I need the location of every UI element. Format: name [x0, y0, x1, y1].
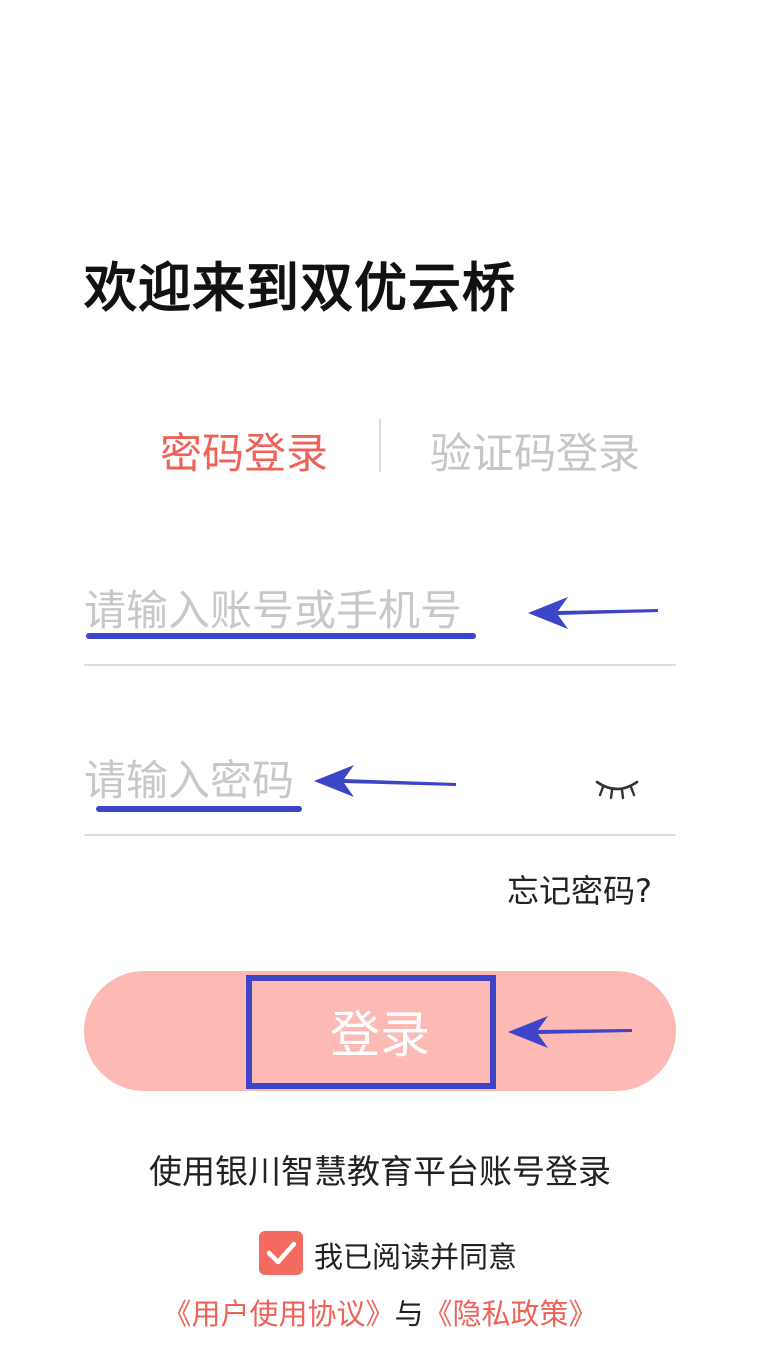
forgot-password-link[interactable]: 忘记密码?	[507, 866, 652, 912]
eye-closed-icon[interactable]	[594, 776, 640, 802]
account-input[interactable]	[84, 578, 504, 642]
agree-label: 我已阅读并同意	[314, 1240, 518, 1274]
tab-divider	[379, 419, 381, 472]
page-title: 欢迎来到双优云桥	[84, 258, 516, 319]
password-input[interactable]	[84, 748, 464, 812]
tab-code-login[interactable]: 验证码登录	[430, 420, 640, 481]
links-conjunction: 与	[394, 1297, 424, 1331]
password-field-underline	[84, 834, 676, 836]
check-icon	[266, 1241, 297, 1265]
tab-password-login[interactable]: 密码登录	[160, 420, 328, 481]
agree-checkbox[interactable]	[259, 1231, 303, 1275]
account-field-underline	[84, 664, 676, 666]
user-agreement-link[interactable]: 《用户使用协议》	[162, 1297, 394, 1331]
annotation-arrow-icon	[528, 597, 658, 629]
platform-login-hint: 使用银川智慧教育平台账号登录	[149, 1152, 611, 1191]
privacy-policy-link[interactable]: 《隐私政策》	[424, 1297, 598, 1331]
agreement-links: 《用户使用协议》与《隐私政策》	[0, 1291, 760, 1333]
login-button[interactable]: 登录	[84, 971, 676, 1091]
